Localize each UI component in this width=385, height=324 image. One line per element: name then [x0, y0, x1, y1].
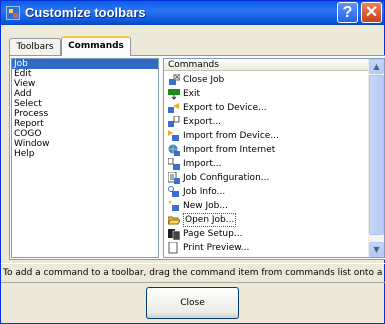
- category-list[interactable]: Job Edit View Add Select Process Report …: [11, 58, 159, 258]
- title-bar[interactable]: Customize toolbars ? ✕: [1, 1, 384, 25]
- new-job-icon: [168, 200, 179, 211]
- close-job-icon: [169, 74, 180, 85]
- category-item-window[interactable]: Window: [12, 139, 158, 149]
- job-configuration-icon: [168, 172, 180, 184]
- dialog-title: Customize toolbars: [25, 5, 146, 20]
- command-label: Export to Device...: [183, 103, 267, 113]
- commands-column-header[interactable]: Commands: [164, 59, 370, 71]
- command-label: Page Setup...: [183, 229, 243, 239]
- category-item-cogo[interactable]: COGO: [12, 129, 158, 139]
- category-item-add[interactable]: Add: [12, 89, 158, 99]
- command-label: Open Job...: [183, 213, 237, 227]
- export-icon: [168, 116, 180, 127]
- import-from-internet-icon: [168, 144, 180, 156]
- category-item-view[interactable]: View: [12, 79, 158, 89]
- close-button[interactable]: Close: [146, 287, 239, 319]
- instruction-hint: To add a command to a toolbar, drag the …: [1, 263, 385, 283]
- category-item-process[interactable]: Process: [12, 109, 158, 119]
- category-item-select[interactable]: Select: [12, 99, 158, 109]
- command-label: Job Info...: [183, 187, 226, 197]
- command-label: Job Configuration...: [183, 173, 270, 183]
- tab-commands[interactable]: Commands: [61, 36, 131, 56]
- command-label: Import from Device...: [183, 131, 279, 141]
- command-label: Print Preview...: [183, 243, 250, 253]
- toolbar-app-icon: [6, 6, 20, 20]
- category-item-edit[interactable]: Edit: [12, 69, 158, 79]
- category-item-help[interactable]: Help: [12, 149, 158, 159]
- scroll-up-icon[interactable]: ▲: [369, 59, 384, 74]
- scroll-down-icon[interactable]: ▼: [369, 242, 384, 257]
- job-info-icon: [168, 186, 179, 197]
- close-window-button[interactable]: ✕: [361, 2, 382, 23]
- command-label: Exit: [183, 89, 201, 99]
- print-preview-icon: [168, 242, 178, 254]
- exit-icon: [168, 89, 180, 100]
- commands-scrollbar[interactable]: ▲ ▼: [368, 59, 384, 257]
- import-icon: [168, 158, 180, 170]
- command-label: Export...: [183, 117, 222, 127]
- tab-toolbars[interactable]: Toolbars: [9, 38, 61, 55]
- open-folder-icon: [168, 216, 180, 225]
- export-to-device-icon: [168, 103, 179, 113]
- page-setup-icon: [168, 229, 180, 240]
- command-label: Import...: [183, 159, 222, 169]
- commands-list[interactable]: Commands Close Job Exit Export to Device…: [163, 58, 385, 258]
- scrollbar-thumb[interactable]: [369, 75, 384, 235]
- category-item-job[interactable]: Job: [12, 59, 158, 69]
- command-label: Close Job: [183, 75, 225, 85]
- help-button[interactable]: ?: [337, 2, 358, 23]
- category-item-report[interactable]: Report: [12, 119, 158, 129]
- customize-toolbars-dialog: Customize toolbars ? ✕ Toolbars Commands…: [0, 0, 385, 324]
- import-from-device-icon: [168, 130, 179, 141]
- command-label: Import from Internet: [183, 145, 276, 155]
- command-label: New Job...: [183, 201, 228, 211]
